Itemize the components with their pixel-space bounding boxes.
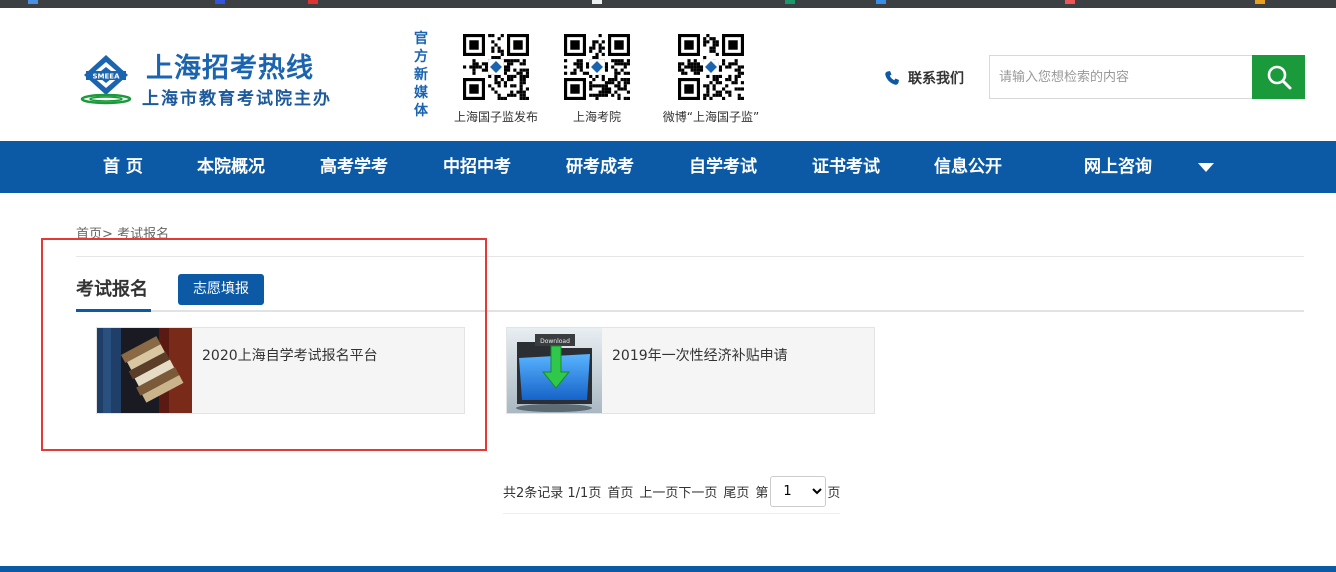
browser-tab-strip xyxy=(0,0,1336,8)
download-folder-image: Download xyxy=(507,328,602,413)
card-zixue-registration[interactable]: 2020上海自学考试报名平台 xyxy=(96,327,465,414)
pagination-summary: 共2条记录 1/1页 xyxy=(503,486,602,501)
pagination: 共2条记录 1/1页 首页 上一页 下一页 尾页 第 1 页 xyxy=(503,470,841,514)
official-media-label: 官方新媒体 xyxy=(414,31,428,119)
nav-item-about[interactable]: 本院概况 xyxy=(197,141,265,193)
page-select[interactable]: 1 xyxy=(770,476,827,507)
qr-code-icon xyxy=(678,34,744,100)
qr-code-icon xyxy=(564,34,630,100)
search-box xyxy=(989,55,1305,99)
tab-favicon xyxy=(308,0,318,4)
chevron-down-icon[interactable] xyxy=(1198,163,1214,172)
card-subsidy-application[interactable]: Download 2019年一次性经济补贴申请 xyxy=(506,327,875,414)
pagination-page-suffix: 页 xyxy=(827,486,841,501)
active-tab-underline xyxy=(76,309,151,312)
nav-item-yankao[interactable]: 研考成考 xyxy=(566,141,634,193)
card-title[interactable]: 2020上海自学考试报名平台 xyxy=(202,345,378,365)
pagination-page-prefix: 第 xyxy=(755,486,769,501)
search-button[interactable] xyxy=(1252,55,1305,99)
section-title[interactable]: 考试报名 xyxy=(76,275,148,301)
phone-icon xyxy=(885,71,899,85)
tab-favicon xyxy=(1065,0,1075,4)
tab-favicon xyxy=(876,0,886,4)
contact-us-link[interactable]: 联系我们 xyxy=(884,68,964,88)
nav-item-zixue[interactable]: 自学考试 xyxy=(689,141,757,193)
qr-code-icon xyxy=(463,34,529,100)
svg-text:Download: Download xyxy=(540,338,570,345)
divider xyxy=(76,256,1304,257)
main-nav: 首 页 本院概况 高考学考 中招中考 研考成考 自学考试 证书考试 信息公开 网… xyxy=(0,141,1336,193)
qr-item-weibo[interactable]: 微博“上海国子监” xyxy=(656,34,766,125)
nav-item-zhengshu[interactable]: 证书考试 xyxy=(812,141,880,193)
pagination-next-link[interactable]: 下一页 xyxy=(678,482,717,501)
nav-item-gaokao[interactable]: 高考学考 xyxy=(320,141,388,193)
tab-zhiyuan-button[interactable]: 志愿填报 xyxy=(178,274,264,305)
tab-favicon xyxy=(592,0,602,4)
qr-item-guozijian-fabu[interactable]: 上海国子监发布 xyxy=(441,34,551,125)
qr-caption: 上海国子监发布 xyxy=(453,110,538,124)
books-image xyxy=(97,328,192,413)
site-title[interactable]: 上海招考热线 xyxy=(146,46,314,85)
qr-item-kaoyuan[interactable]: 上海考院 xyxy=(542,34,652,125)
search-input[interactable] xyxy=(990,56,1253,98)
qr-caption: 微博“上海国子监” xyxy=(662,110,760,124)
tab-favicon xyxy=(785,0,795,4)
nav-item-home[interactable]: 首 页 xyxy=(103,141,143,193)
breadcrumb-current: 考试报名 xyxy=(117,227,170,242)
pagination-prev-link[interactable]: 上一页 xyxy=(639,482,678,501)
tab-favicon xyxy=(1255,0,1265,4)
pagination-first-link[interactable]: 首页 xyxy=(607,482,633,501)
footer-bar xyxy=(0,566,1336,572)
nav-item-xinxi[interactable]: 信息公开 xyxy=(934,141,1002,193)
tab-baseline xyxy=(76,310,1304,312)
search-icon xyxy=(1267,65,1291,90)
qr-caption: 上海考院 xyxy=(572,110,621,124)
nav-item-zhongkao[interactable]: 中招中考 xyxy=(443,141,511,193)
card-title[interactable]: 2019年一次性经济补贴申请 xyxy=(612,345,788,365)
nav-item-zixun[interactable]: 网上咨询 xyxy=(1084,141,1152,193)
pagination-last-link[interactable]: 尾页 xyxy=(723,482,749,501)
breadcrumb-home-link[interactable]: 首页 xyxy=(76,227,102,242)
svg-text:SMEEA: SMEEA xyxy=(93,73,121,81)
tab-favicon xyxy=(28,0,38,4)
breadcrumb-separator: > xyxy=(102,227,113,242)
breadcrumb: 首页> 考试报名 xyxy=(76,223,169,242)
site-subtitle: 上海市教育考试院主办 xyxy=(142,89,332,109)
tab-favicon xyxy=(215,0,225,4)
contact-us-label: 联系我们 xyxy=(908,71,964,87)
site-header: SMEEA 上海招考热线 上海市教育考试院主办 官方新媒体 上海国子监发布 上海… xyxy=(0,8,1336,141)
smeea-logo-icon[interactable]: SMEEA xyxy=(78,53,134,105)
